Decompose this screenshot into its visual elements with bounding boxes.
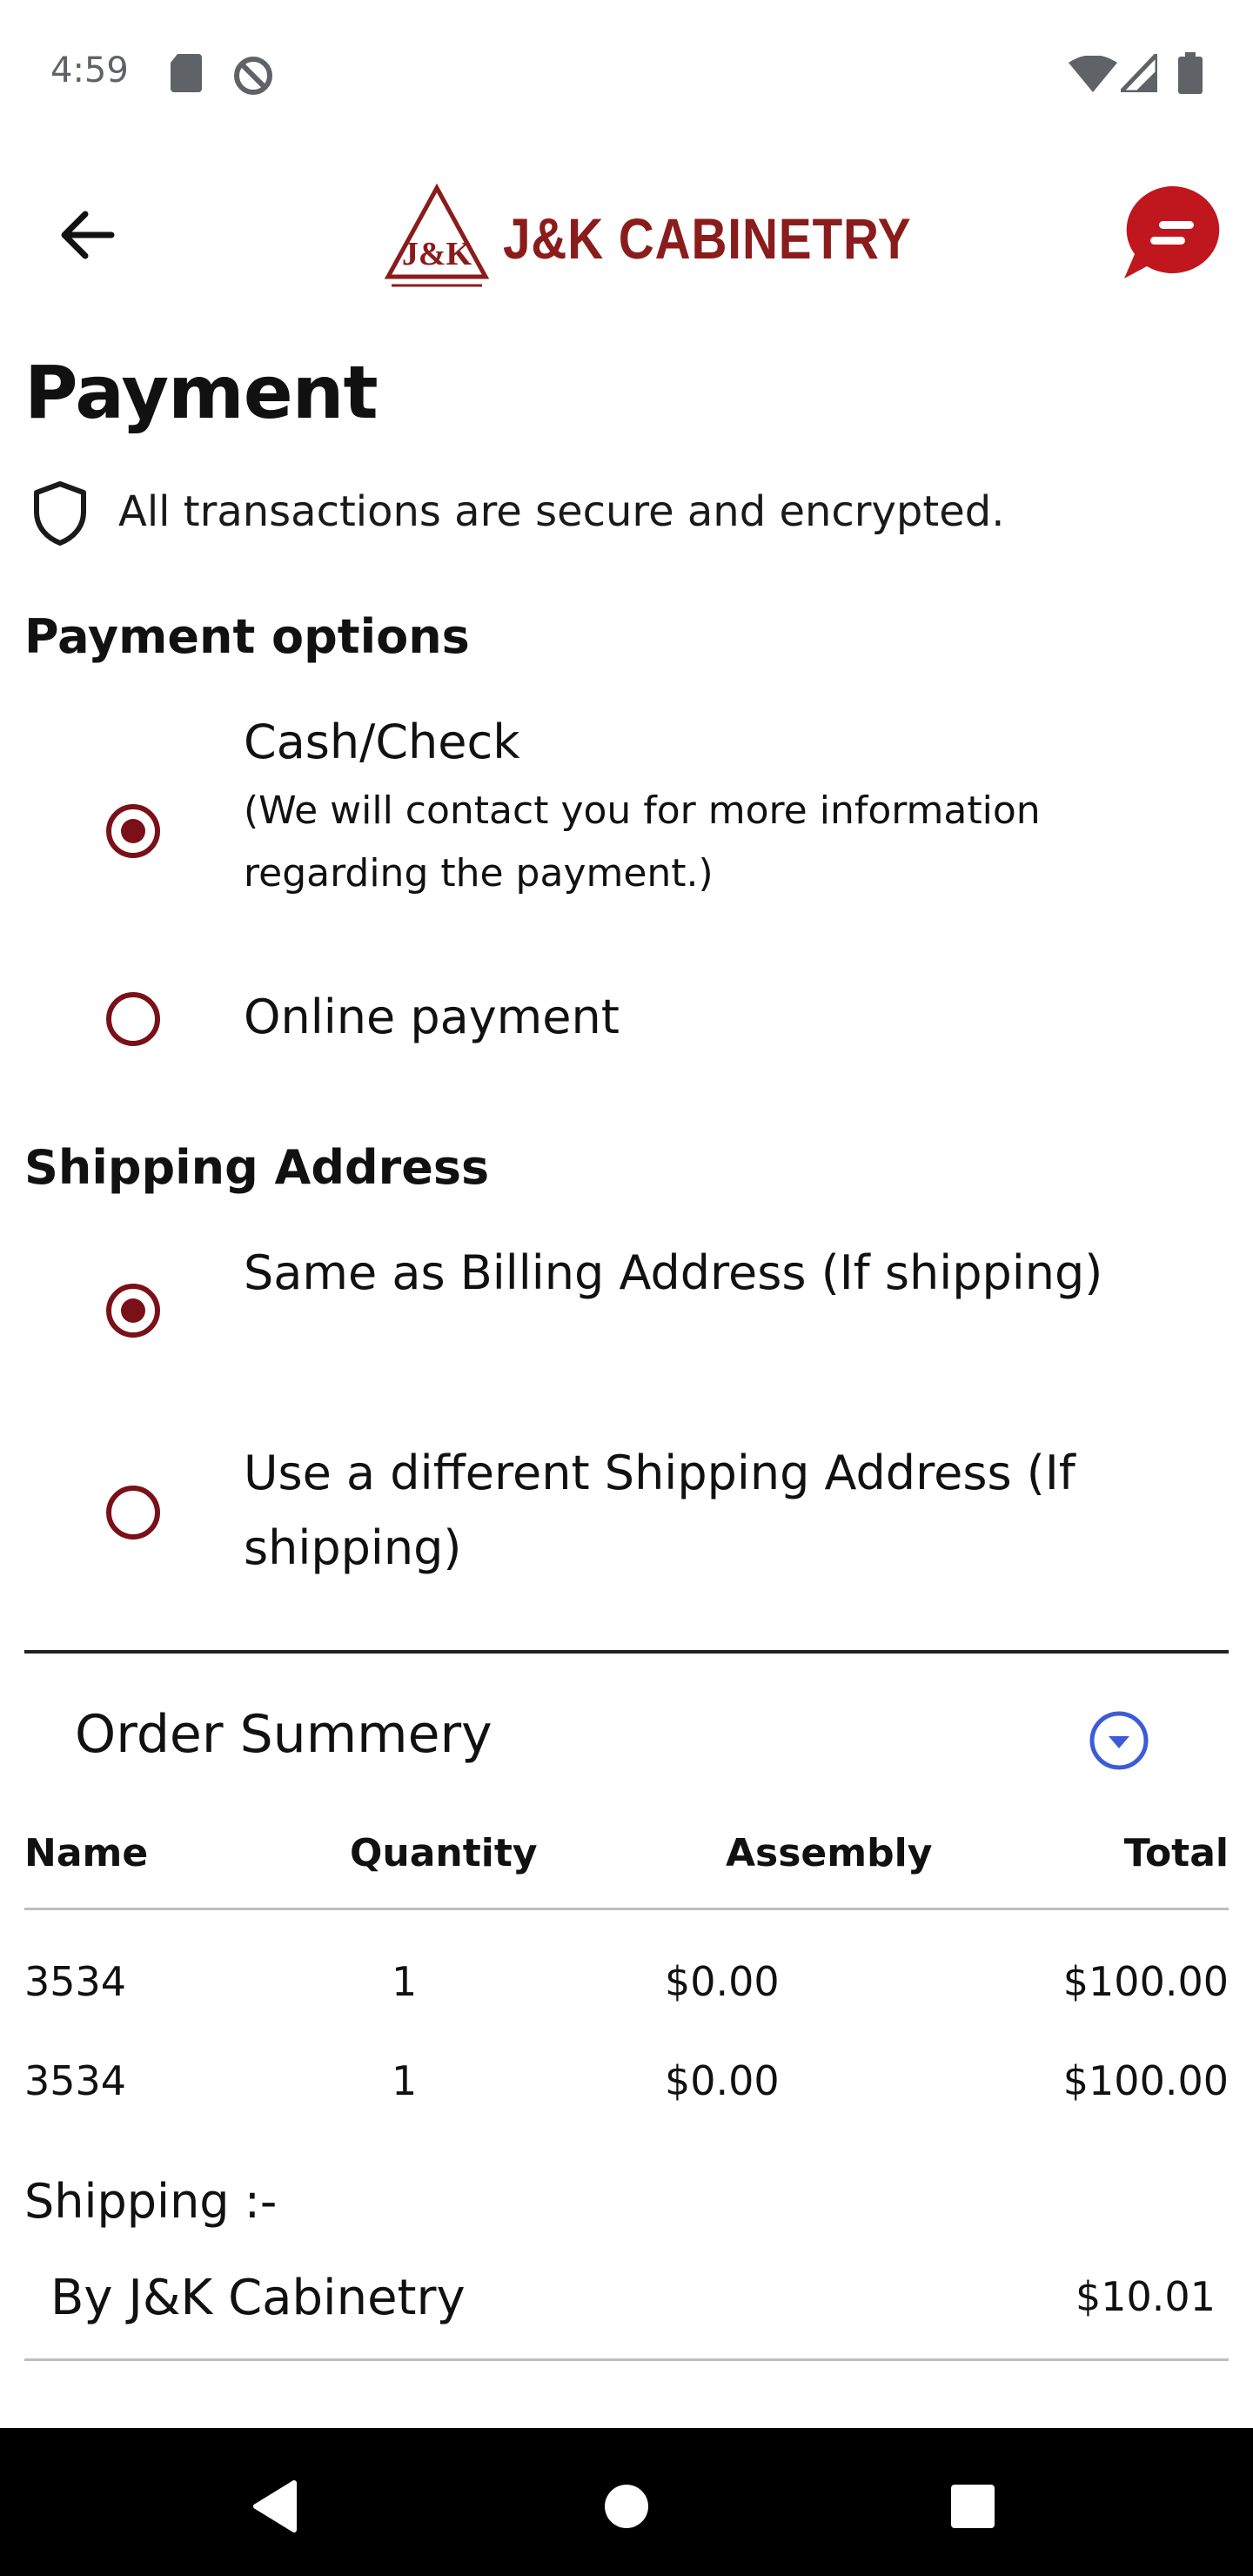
column-header-name: Name [24,1831,149,1875]
option-label: Use a different Shipping Address (If shi… [244,1446,1075,1575]
back-button[interactable] [42,190,132,280]
nav-recents-button[interactable] [929,2463,1016,2550]
shield-icon [34,481,86,546]
section-divider [24,1650,1229,1654]
sync-disabled-icon [234,57,272,95]
cell-name: 3534 [24,1958,127,2005]
shipping-option-different-address[interactable]: Use a different Shipping Address (If shi… [0,1436,1253,1586]
payment-option-cash-check[interactable]: Cash/Check (We will contact you for more… [0,705,1253,914]
logo-emblem-text: J&K [402,236,472,272]
payment-option-online[interactable]: Online payment [0,980,1253,1058]
payment-options-title: Payment options [24,609,470,664]
option-label: Same as Billing Address (If shipping) [244,1245,1103,1300]
cell-total: $100.00 [1062,2057,1229,2104]
wifi-icon [1069,56,1117,92]
radio-same-as-billing[interactable] [106,1284,160,1338]
nav-back-button[interactable] [231,2463,318,2550]
cell-total: $100.00 [1062,1958,1229,2005]
secure-note-text: All transactions are secure and encrypte… [118,487,1005,536]
app-header: J&K J&K CABINETRY [0,148,1253,322]
triangle-back-icon [253,2480,297,2532]
status-time: 4:59 [50,50,129,91]
shipping-method: By J&K Cabinetry [50,2270,466,2326]
shipping-heading: Shipping :- [24,2174,278,2229]
shipping-address-title: Shipping Address [24,1140,490,1195]
arrow-left-icon [61,211,115,259]
cell-assembly: $0.00 [665,2057,780,2104]
radio-online-payment[interactable] [106,992,160,1046]
page-title: Payment [24,350,379,435]
cell-quantity: 1 [392,1958,418,2005]
system-nav-bar [0,2428,1253,2576]
column-header-total: Total [1123,1831,1229,1875]
shipping-cost: $10.01 [1075,2273,1216,2320]
circle-home-icon [605,2485,648,2528]
cell-name: 3534 [24,2057,127,2104]
sd-card-icon [171,54,202,92]
square-recents-icon [951,2485,995,2528]
option-label: Cash/Check [244,714,520,769]
battery-icon [1178,52,1203,94]
column-header-quantity: Quantity [350,1831,538,1875]
cell-quantity: 1 [392,2057,418,2104]
signal-icon [1121,54,1157,92]
nav-home-button[interactable] [583,2463,670,2550]
chevron-down-circle-icon[interactable] [1088,1709,1150,1772]
cell-assembly: $0.00 [665,1958,780,2005]
chat-button[interactable] [1121,183,1222,284]
brand-logo: J&K J&K CABINETRY [383,183,911,296]
status-bar: 4:59 [0,0,1253,148]
shipping-divider [24,2358,1229,2361]
secure-note: All transactions are secure and encrypte… [31,480,1232,550]
column-header-assembly: Assembly [726,1831,933,1875]
shipping-option-same-as-billing[interactable]: Same as Billing Address (If shipping) [0,1236,1253,1385]
option-label: Online payment [244,989,620,1044]
chat-bubble-icon [1124,185,1220,278]
order-summary-title: Order Summery [75,1704,492,1765]
logo-text: J&K CABINETRY [503,206,912,271]
logo-emblem: J&K [384,183,490,287]
option-sublabel: (We will contact you for more informatio… [244,788,1041,896]
table-header-divider [24,1908,1229,1910]
radio-cash-check[interactable] [106,804,160,858]
radio-different-address[interactable] [106,1486,160,1540]
